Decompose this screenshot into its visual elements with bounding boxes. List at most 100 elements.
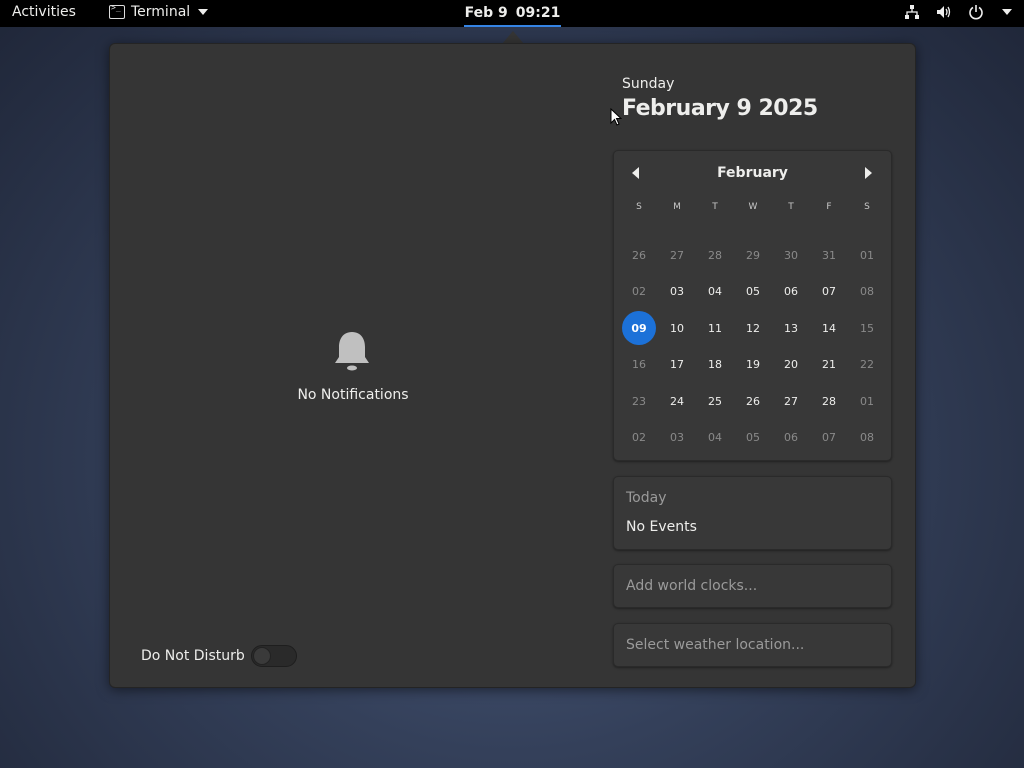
calendar-day[interactable]: 04 [696,421,734,455]
chevron-down-icon [198,9,209,15]
calendar-day[interactable]: 08 [848,275,886,309]
calendar-grid: 26 27 28 29 30 31 01 02 03 04 05 06 07 08 09 10 11 12 13 14… [620,238,886,458]
calendar-day-number: 06 [784,285,798,299]
calendar-day[interactable]: 08 [848,421,886,455]
calendar-day[interactable]: 10 [658,311,696,345]
calendar-day[interactable]: 02 [620,421,658,455]
app-menu-button[interactable]: Terminal [109,3,209,20]
calendar-day[interactable]: 19 [734,348,772,382]
calendar-day-number: 27 [784,394,798,408]
calendar-day-number: 28 [822,394,836,408]
calendar-day[interactable]: 20 [772,348,810,382]
calendar-day-number: 04 [708,285,722,299]
calendar-day[interactable]: 27 [772,384,810,418]
calendar-day[interactable]: 15 [848,311,886,345]
calendar-day[interactable]: 03 [658,421,696,455]
calendar-day-number: 06 [784,431,798,445]
calendar-day[interactable]: 01 [848,384,886,418]
calendar-day-number: 01 [860,394,874,408]
calendar-day-number: 15 [860,321,874,335]
system-status-menu[interactable] [904,4,1012,20]
events-empty-text: No Events [626,519,697,535]
next-month-button[interactable] [865,167,872,179]
calendar-day[interactable]: 01 [848,238,886,272]
full-date-label[interactable]: February 9 2025 [622,96,818,121]
calendar-day[interactable]: 28 [810,384,848,418]
calendar-day[interactable]: 02 [620,275,658,309]
app-menu-label: Terminal [131,4,191,20]
calendar-week-row: 02 03 04 05 06 07 08 [620,275,886,312]
calendar-day-today[interactable]: 09 [620,311,658,346]
dnd-label: Do Not Disturb [141,648,245,664]
events-section[interactable]: Today No Events [613,476,892,550]
calendar-day[interactable]: 17 [658,348,696,382]
calendar-day-number: 01 [860,248,874,262]
chevron-down-icon [1002,9,1012,15]
weather-label: Select weather location... [626,637,805,653]
calendar-day[interactable]: 26 [734,384,772,418]
calendar-week-row: 16 17 18 19 20 21 22 [620,348,886,385]
calendar-day[interactable]: 07 [810,275,848,309]
weekday-header: T [788,202,794,212]
calendar-day[interactable]: 13 [772,311,810,345]
calendar-day-number: 11 [708,321,722,335]
calendar-day[interactable]: 27 [658,238,696,272]
calendar-day[interactable]: 30 [772,238,810,272]
calendar-day-number: 25 [708,394,722,408]
calendar-day-number: 08 [860,431,874,445]
calendar-day[interactable]: 11 [696,311,734,345]
calendar-day-number: 26 [746,394,760,408]
dnd-toggle-knob [253,647,271,665]
calendar-day[interactable]: 22 [848,348,886,382]
calendar-day[interactable]: 16 [620,348,658,382]
calendar-day[interactable]: 05 [734,421,772,455]
power-icon [968,4,984,20]
calendar-day[interactable]: 12 [734,311,772,345]
calendar-day[interactable]: 06 [772,275,810,309]
calendar-day[interactable]: 18 [696,348,734,382]
clock-button[interactable]: Feb 9 09:21 [464,0,561,27]
calendar-day[interactable]: 29 [734,238,772,272]
calendar-day-number: 22 [860,358,874,372]
bell-icon [332,330,372,374]
notification-area: No Notifications Do Not Disturb [110,44,596,689]
calendar-day[interactable]: 07 [810,421,848,455]
calendar-day[interactable]: 05 [734,275,772,309]
calendar-day[interactable]: 31 [810,238,848,272]
calendar-month-label: February [717,165,788,181]
world-clocks-label: Add world clocks... [626,578,758,594]
calendar-day-number: 03 [670,431,684,445]
calendar-day[interactable]: 21 [810,348,848,382]
calendar-day[interactable]: 26 [620,238,658,272]
calendar-day-number: 31 [822,248,836,262]
calendar-day-number: 07 [822,431,836,445]
calendar-day-number: 23 [632,394,646,408]
weekday-header: T [712,202,718,212]
calendar-day[interactable]: 24 [658,384,696,418]
calendar-day[interactable]: 04 [696,275,734,309]
calendar-day-number: 12 [746,321,760,335]
calendar-day[interactable]: 14 [810,311,848,345]
calendar-day[interactable]: 28 [696,238,734,272]
calendar-day[interactable]: 25 [696,384,734,418]
weekday-label[interactable]: Sunday [622,76,674,92]
top-bar: Activities Terminal Feb 9 09:21 [0,0,1024,27]
calendar-day[interactable]: 06 [772,421,810,455]
calendar-day-number: 02 [632,431,646,445]
calendar-week-row: 23 24 25 26 27 28 01 [620,384,886,421]
clock-time: 09:21 [515,5,561,21]
calendar-day-number: 26 [632,248,646,262]
calendar-day[interactable]: 03 [658,275,696,309]
weather-button[interactable]: Select weather location... [613,623,892,667]
volume-icon [936,4,952,20]
calendar-day-number: 20 [784,358,798,372]
terminal-icon [109,3,125,19]
calendar-day[interactable]: 23 [620,384,658,418]
weekday-header: S [636,202,642,212]
calendar-day-number: 10 [670,321,684,335]
world-clocks-button[interactable]: Add world clocks... [613,564,892,608]
calendar-weekday-header: S M T W T F S [620,202,886,212]
dnd-toggle[interactable] [251,645,297,667]
activities-button[interactable]: Activities [12,4,76,20]
empty-notifications-text: No Notifications [297,387,409,403]
